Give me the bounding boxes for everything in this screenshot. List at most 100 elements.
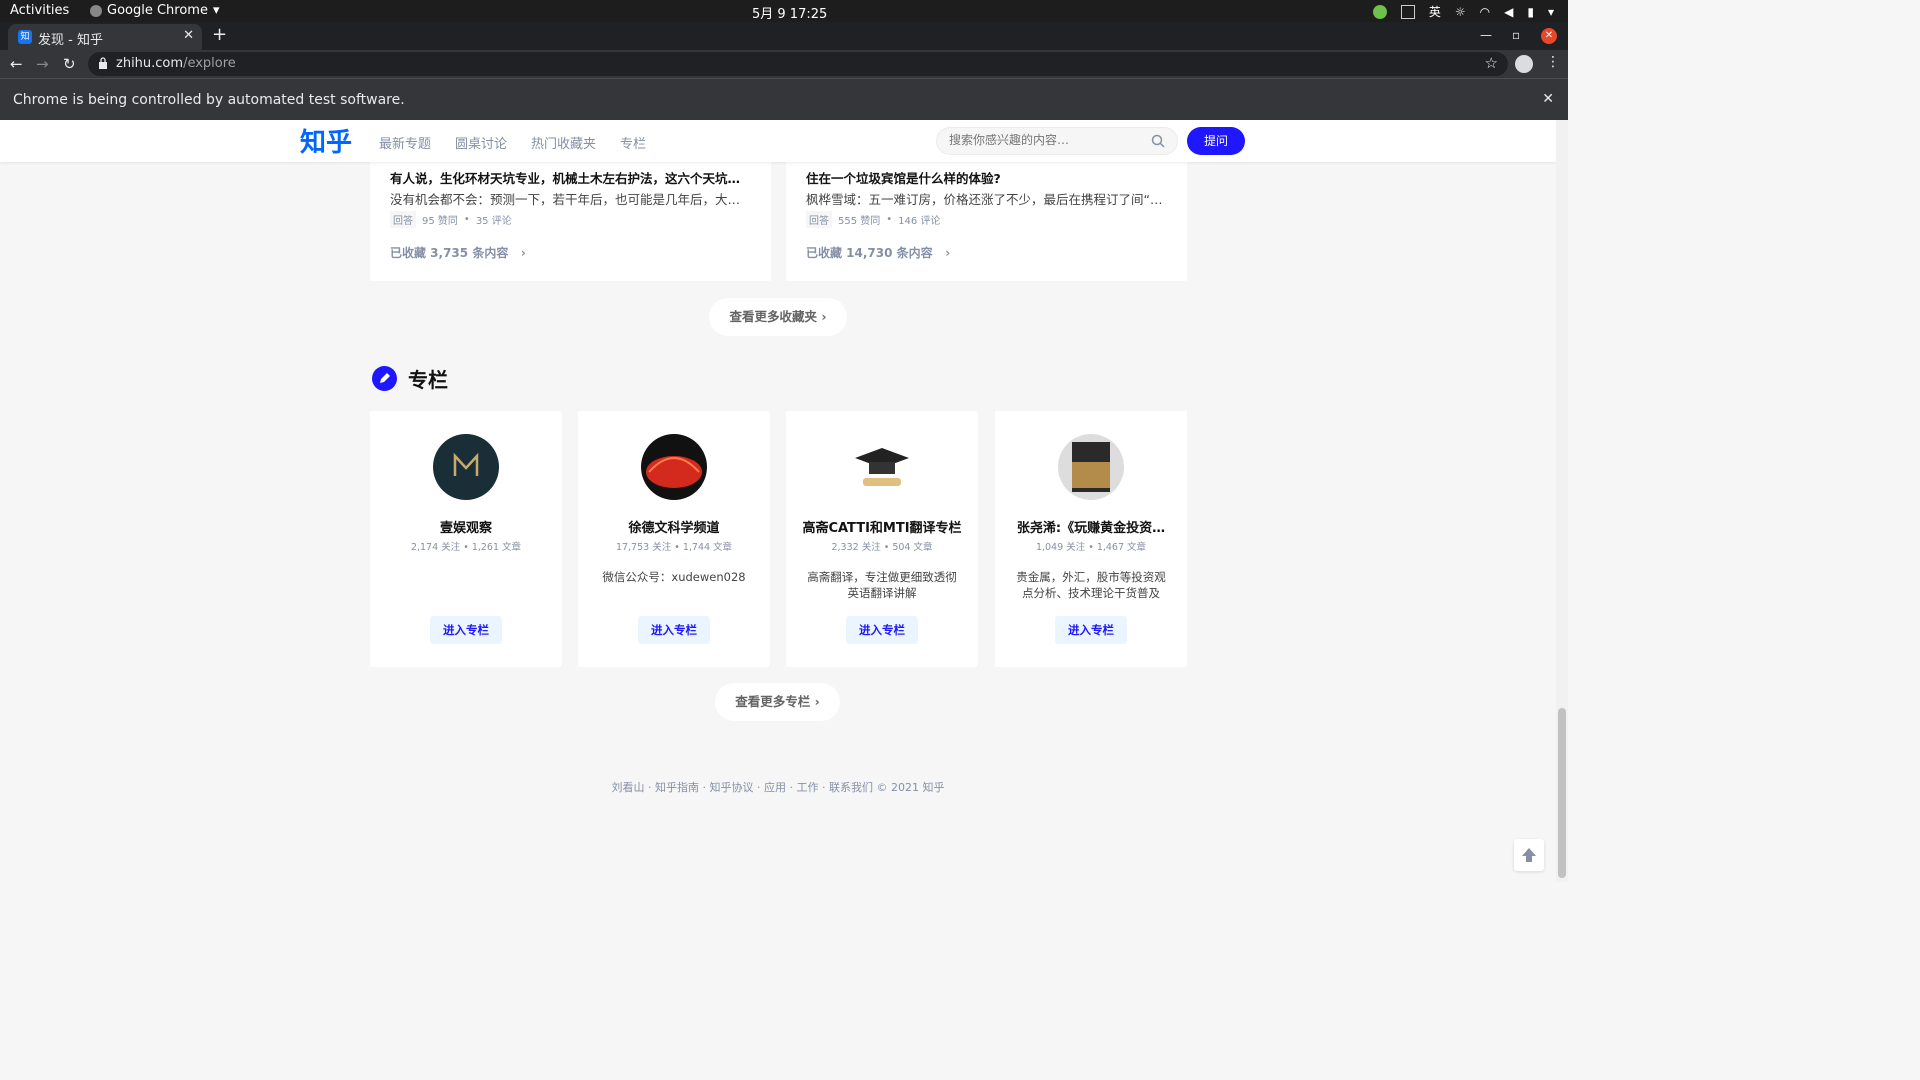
app-name: Google Chrome	[107, 3, 208, 18]
search-icon[interactable]	[1151, 134, 1165, 148]
bookmark-star-icon[interactable]: ☆	[1485, 54, 1498, 72]
more-collections-button[interactable]: 查看更多收藏夹 ›	[709, 298, 847, 336]
url-host: zhihu.com	[116, 56, 184, 71]
infobar-close-icon[interactable]: ✕	[1542, 91, 1554, 107]
enter-column-button[interactable]: 进入专栏	[638, 616, 710, 644]
column-avatar-graduation-cap[interactable]	[849, 434, 915, 500]
address-bar[interactable]: zhihu.com/explore ☆	[88, 52, 1508, 76]
url-text: zhihu.com/explore	[116, 56, 236, 71]
column-card[interactable]: 高斋CATTI和MTI翻译专栏 2,332 关注 • 504 文章 高斋翻译，专…	[786, 411, 978, 667]
column-stats: 1,049 关注 • 1,467 文章	[1035, 542, 1147, 553]
nav-item-columns[interactable]: 专栏	[620, 133, 646, 152]
menu-kebab-icon[interactable]: ⋮	[1546, 54, 1560, 70]
profile-avatar-icon[interactable]	[1515, 55, 1533, 73]
collection-question[interactable]: 有人说，生化环材天坑专业，机械土木左右护法，这六个天坑，…	[390, 168, 750, 187]
chevron-down-icon: ▾	[1547, 4, 1554, 19]
os-top-bar: Activities Google Chrome ▾ 5月 9 17:25 英 …	[0, 0, 1568, 22]
infobar-message: Chrome is being controlled by automated …	[13, 92, 405, 108]
page-content: 知乎 最新专题 圆桌讨论 热门收藏夹 专栏 提问 有人说，生化环材天坑专业，机械…	[0, 120, 1556, 882]
browser-tab[interactable]: 知 发现 - 知乎 ✕	[8, 24, 202, 50]
collection-meta: 回答 555 赞同 • 146 评论	[806, 211, 940, 228]
vote-count: 95 赞同	[422, 216, 458, 227]
enter-column-button[interactable]: 进入专栏	[846, 616, 918, 644]
nav-item-roundtable[interactable]: 圆桌讨论	[455, 133, 507, 152]
column-description: 高斋翻译，专注做更细致透彻英语翻译讲解	[807, 570, 957, 600]
forward-icon[interactable]: →	[36, 55, 49, 73]
chevron-right-icon: ›	[512, 246, 526, 260]
activities-button[interactable]: Activities	[10, 3, 69, 18]
vote-count: 555 赞同	[838, 216, 881, 227]
browser-toolbar: ← → ↻ zhihu.com/explore ☆	[0, 50, 1568, 78]
column-stats: 17,753 关注 • 1,744 文章	[615, 542, 733, 553]
restore-icon[interactable]: ▫	[1512, 28, 1520, 42]
status-icon	[1372, 4, 1387, 19]
column-stats: 2,332 关注 • 504 文章	[831, 542, 933, 553]
minimize-icon[interactable]: —	[1480, 28, 1492, 42]
ask-button[interactable]: 提问	[1187, 127, 1245, 155]
chevron-right-icon: ›	[821, 309, 827, 324]
site-nav: 最新专题 圆桌讨论 热门收藏夹 专栏	[379, 133, 646, 152]
nav-item-collections[interactable]: 热门收藏夹	[531, 133, 596, 152]
reload-icon[interactable]: ↻	[63, 55, 76, 73]
back-to-top-button[interactable]	[1514, 839, 1544, 871]
url-path: /explore	[183, 56, 236, 71]
collection-count-link[interactable]: 已收藏 3,735 条内容 ›	[390, 244, 526, 261]
automation-infobar: Chrome is being controlled by automated …	[0, 78, 1568, 120]
collection-question[interactable]: 住在一个垃圾宾馆是什么样的体验?	[806, 168, 1166, 187]
columns-section-title: 专栏	[372, 364, 448, 393]
collection-answer[interactable]: 没有机会都不会：预测一下，若干年后，也可能是几年后，大部…	[390, 189, 750, 208]
battery-icon: ▮	[1527, 4, 1534, 19]
column-avatar-logo-dark[interactable]	[433, 434, 499, 500]
collection-count: 已收藏 3,735 条内容	[390, 246, 509, 260]
brightness-icon: ☼	[1454, 4, 1466, 19]
column-name[interactable]: 徐德文科学频道	[586, 517, 762, 536]
column-stats: 2,174 关注 • 1,261 文章	[410, 542, 522, 553]
nav-item-topics[interactable]: 最新专题	[379, 133, 431, 152]
lock-icon	[99, 57, 107, 69]
enter-column-button[interactable]: 进入专栏	[430, 616, 502, 644]
new-tab-icon[interactable]: +	[212, 24, 227, 45]
collection-count-link[interactable]: 已收藏 14,730 条内容 ›	[806, 244, 950, 261]
tab-title: 发现 - 知乎	[38, 33, 103, 48]
column-name[interactable]: 高斋CATTI和MTI翻译专栏	[794, 517, 970, 536]
page-scrollbar[interactable]	[1556, 120, 1568, 882]
chrome-icon	[90, 4, 102, 17]
zhihu-favicon-icon: 知	[18, 30, 32, 44]
collection-count: 已收藏 14,730 条内容	[806, 246, 933, 260]
more-collections-label: 查看更多收藏夹	[729, 309, 817, 324]
pen-icon	[372, 366, 397, 391]
wifi-icon: ◠	[1479, 4, 1491, 19]
arrow-up-icon	[1522, 848, 1536, 862]
site-footer[interactable]: 刘看山 · 知乎指南 · 知乎协议 · 应用 · 工作 · 联系我们 © 202…	[0, 779, 1556, 795]
comment-count: 35 评论	[475, 216, 512, 227]
column-card[interactable]: 张尧浠:《玩赚黄金投资… 1,049 关注 • 1,467 文章 贵金属，外汇，…	[995, 411, 1187, 667]
site-header: 知乎 最新专题 圆桌讨论 热门收藏夹 专栏 提问	[0, 120, 1556, 162]
ime-indicator[interactable]: 英	[1429, 3, 1441, 20]
app-menu[interactable]: Google Chrome ▾	[90, 3, 220, 18]
chevron-right-icon: ›	[814, 694, 820, 709]
more-columns-button[interactable]: 查看更多专栏 ›	[715, 683, 840, 721]
caret-down-icon: ▾	[212, 3, 220, 18]
column-card[interactable]: 壹娱观察 2,174 关注 • 1,261 文章 进入专栏	[370, 411, 562, 667]
close-tab-icon[interactable]: ✕	[183, 28, 194, 43]
tab-strip: 知 发现 - 知乎 ✕	[0, 22, 1568, 50]
column-name[interactable]: 壹娱观察	[378, 517, 554, 536]
enter-column-button[interactable]: 进入专栏	[1055, 616, 1127, 644]
zhihu-logo[interactable]: 知乎	[300, 122, 352, 159]
clock[interactable]: 5月 9 17:25	[752, 3, 827, 22]
more-columns-label: 查看更多专栏	[735, 694, 811, 709]
scrollbar-thumb[interactable]	[1558, 708, 1566, 878]
column-card[interactable]: 徐德文科学频道 17,753 关注 • 1,744 文章 微信公众号：xudew…	[578, 411, 770, 667]
comment-count: 146 评论	[898, 216, 941, 227]
system-tray[interactable]: 英 ☼ ◠ ◀ ▮ ▾	[1372, 3, 1554, 20]
chevron-right-icon: ›	[936, 246, 951, 260]
column-avatar-book-cover[interactable]	[1058, 434, 1124, 500]
back-icon[interactable]: ←	[10, 55, 23, 73]
collection-answer[interactable]: 枫桦雪域：五一难订房，价格还涨了不少，最后在携程订了间“…	[806, 189, 1166, 208]
column-name[interactable]: 张尧浠:《玩赚黄金投资…	[1003, 517, 1179, 536]
window-close-icon[interactable]: ✕	[1541, 28, 1557, 44]
search-input[interactable]	[949, 133, 1149, 147]
collection-meta: 回答 95 赞同 • 35 评论	[390, 211, 512, 228]
column-avatar-red-dome[interactable]	[641, 434, 707, 500]
answer-tag: 回答	[806, 211, 832, 228]
